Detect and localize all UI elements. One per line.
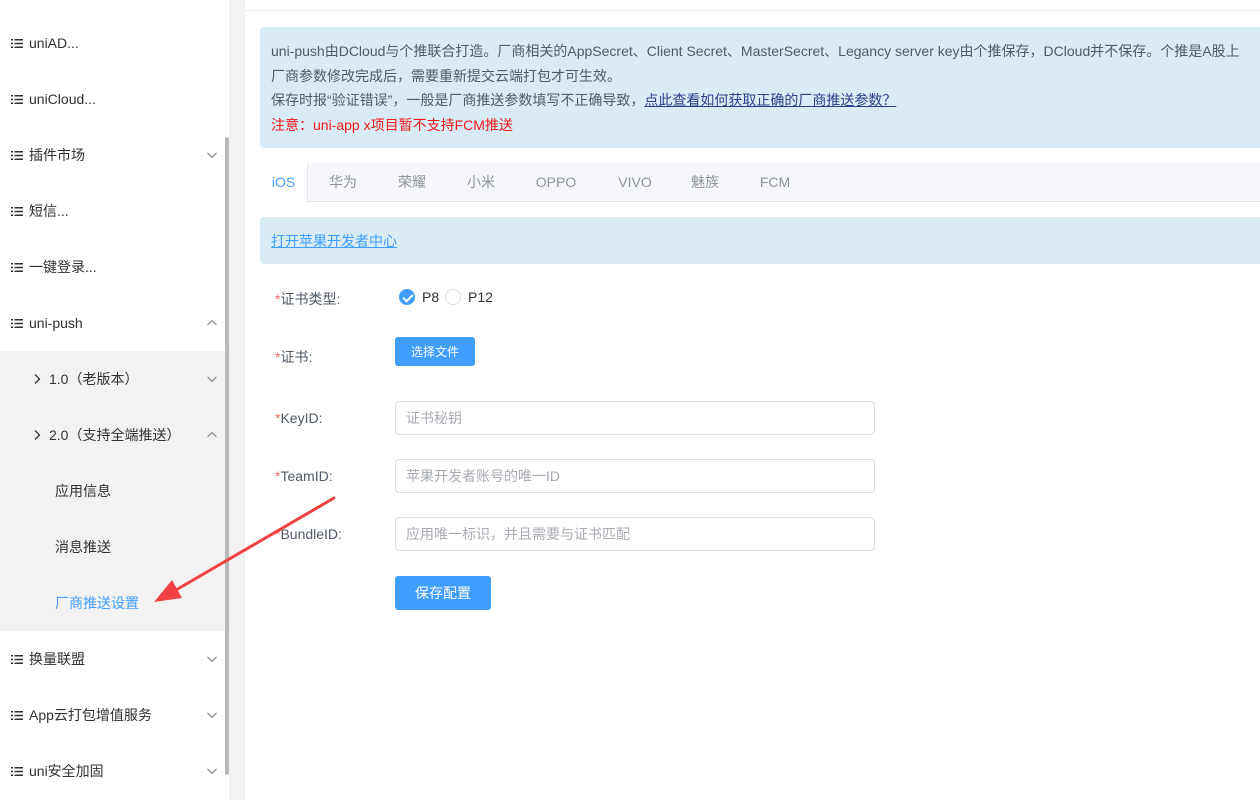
vendor-tabs: iOS 华为 荣耀 小米 OPPO VIVO 魅族 FCM [260, 163, 1260, 203]
tab-fcm[interactable]: FCM [750, 163, 800, 202]
tab-huawei[interactable]: 华为 [320, 163, 366, 202]
bundleid-input[interactable] [395, 517, 875, 551]
submenu-item-label: 应用信息 [55, 483, 111, 499]
submenu-item-message-push[interactable]: 消息推送 [0, 519, 228, 575]
sidebar-item-sms[interactable]: 短信... [0, 183, 228, 239]
teamid-label: *TeamID: [275, 468, 333, 484]
sidebar-item-label: 一键登录... [29, 259, 97, 275]
info-notice: uni-push由DCloud与个推联合打造。厂商相关的AppSecret、Cl… [260, 27, 1260, 148]
submenu-item-v2[interactable]: 2.0（支持全端推送） [0, 407, 228, 463]
tab-ios[interactable]: iOS [260, 163, 308, 203]
list-icon [11, 655, 23, 664]
submenu-item-label: 1.0（老版本） [49, 371, 139, 387]
sidebar-item-plugin-market[interactable]: 插件市场 [0, 127, 228, 183]
radio-label: P8 [422, 289, 440, 305]
keyid-input[interactable] [395, 401, 875, 435]
list-icon [11, 263, 23, 272]
notice-line-verify: 保存时报“验证错误”，一般是厂商推送参数填写不正确导致，点此查看如何获取正确的厂… [271, 90, 896, 110]
chevron-up-icon [207, 431, 217, 438]
cert-label: *证书: [275, 347, 312, 367]
cert-type-label-text: 证书类型: [280, 291, 341, 307]
sidebar-item-label: 换量联盟 [29, 651, 85, 667]
sidebar-item-uni-push[interactable]: uni-push [0, 295, 228, 351]
keyid-label: *KeyID: [275, 410, 322, 426]
vendor-params-help-link[interactable]: 点此查看如何获取正确的厂商推送参数？ [644, 92, 896, 108]
list-icon [11, 151, 23, 160]
submenu-item-v1[interactable]: 1.0（老版本） [0, 351, 228, 407]
notice-line-rebuild: 厂商参数修改完成后，需要重新提交云端打包才可生效。 [271, 68, 621, 84]
choose-file-button[interactable]: 选择文件 [395, 337, 475, 366]
submenu-item-label: 2.0（支持全端推送） [49, 427, 181, 443]
bundleid-label: *BundleID: [275, 526, 342, 542]
app-root: uniAD... uniCloud... 插件市场 短信... 一键登录... … [0, 0, 1260, 800]
tab-vivo[interactable]: VIVO [605, 163, 665, 202]
cert-type-radio-p8[interactable]: P8 [399, 288, 439, 306]
chevron-down-icon [207, 712, 217, 719]
teamid-label-text: TeamID: [280, 468, 333, 484]
apple-developer-center-link[interactable]: 打开苹果开发者中心 [271, 231, 397, 251]
sidebar-item-uniad[interactable]: uniAD... [0, 15, 228, 71]
submenu-item-label: 厂商推送设置 [55, 595, 139, 611]
list-icon [11, 95, 23, 104]
sidebar-item-traffic-alliance[interactable]: 换量联盟 [0, 631, 228, 687]
chevron-right-icon [34, 430, 41, 440]
cert-type-label: *证书类型: [275, 289, 340, 309]
chevron-up-icon [207, 319, 217, 326]
submenu-item-vendor-push-settings[interactable]: 厂商推送设置 [0, 575, 228, 631]
list-icon [11, 207, 23, 216]
chevron-down-icon [207, 376, 217, 383]
sidebar-item-label: uni安全加固 [29, 763, 104, 779]
tab-xiaomi[interactable]: 小米 [458, 163, 504, 202]
save-config-button[interactable]: 保存配置 [395, 576, 491, 610]
sidebar-item-label: 插件市场 [29, 147, 85, 163]
sidebar-item-label: uni-push [29, 315, 83, 331]
list-icon [11, 711, 23, 720]
sidebar: uniAD... uniCloud... 插件市场 短信... 一键登录... … [0, 0, 228, 800]
uni-push-submenu: 1.0（老版本） 2.0（支持全端推送） 应用信息 消息推送 厂商推送设置 [0, 351, 228, 631]
keyid-label-text: KeyID: [280, 410, 323, 426]
main-content: uni-push由DCloud与个推联合打造。厂商相关的AppSecret、Cl… [245, 0, 1260, 800]
sidebar-item-label: uniAD... [29, 35, 79, 51]
radio-label: P12 [468, 289, 493, 305]
chevron-down-icon [207, 152, 217, 159]
top-divider [245, 10, 1260, 11]
submenu-item-app-info[interactable]: 应用信息 [0, 463, 228, 519]
teamid-input[interactable] [395, 459, 875, 493]
submenu-item-label: 消息推送 [55, 539, 111, 555]
cert-type-radio-p12[interactable]: P12 [445, 288, 493, 306]
cert-label-text: 证书: [280, 349, 313, 365]
tab-honor[interactable]: 荣耀 [389, 163, 435, 202]
tab-meizu[interactable]: 魅族 [682, 163, 728, 202]
notice-line-intro: uni-push由DCloud与个推联合打造。厂商相关的AppSecret、Cl… [271, 43, 1240, 59]
sidebar-item-app-cloud-build[interactable]: App云打包增值服务 [0, 687, 228, 743]
bundleid-label-text: BundleID: [280, 526, 342, 542]
sidebar-item-label: 短信... [29, 203, 69, 219]
notice-verify-text: 保存时报“验证错误”，一般是厂商推送参数填写不正确导致， [271, 92, 645, 108]
sidebar-item-label: App云打包增值服务 [29, 707, 152, 723]
sidebar-item-uni-security[interactable]: uni安全加固 [0, 743, 228, 799]
list-icon [11, 39, 23, 48]
sidebar-item-unicloud[interactable]: uniCloud... [0, 71, 228, 127]
chevron-down-icon [207, 656, 217, 663]
notice-fcm-warning: 注意：uni-app x项目暂不支持FCM推送 [271, 117, 513, 133]
list-icon [11, 767, 23, 776]
radio-checked-icon [399, 289, 415, 305]
sidebar-item-one-click-login[interactable]: 一键登录... [0, 239, 228, 295]
layout-divider [229, 0, 245, 800]
chevron-right-icon [34, 374, 41, 384]
radio-unchecked-icon [445, 289, 461, 305]
sidebar-item-label: uniCloud... [29, 91, 96, 107]
developer-center-banner: 打开苹果开发者中心 [260, 217, 1260, 264]
list-icon [11, 319, 23, 328]
tab-oppo[interactable]: OPPO [525, 163, 587, 202]
chevron-down-icon [207, 768, 217, 775]
